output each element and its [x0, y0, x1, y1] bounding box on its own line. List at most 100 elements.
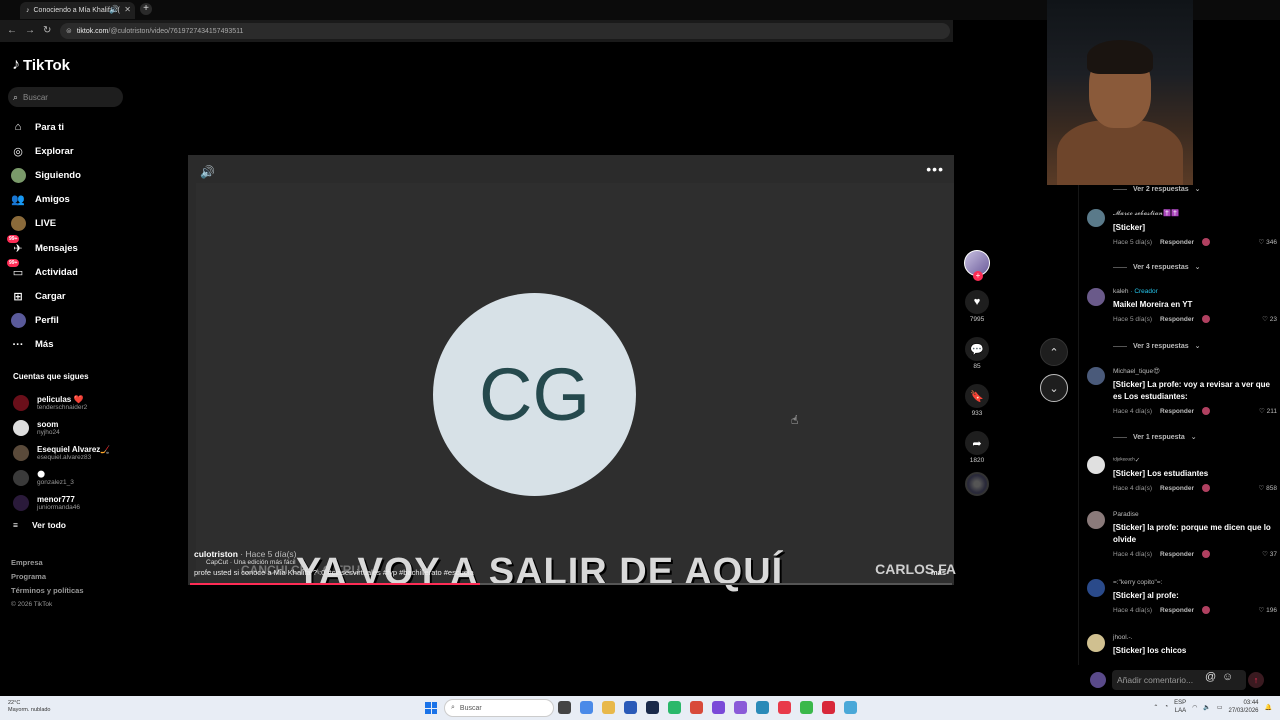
network-icon[interactable]: ◔: [1164, 704, 1168, 710]
sidebar-item-siguiendo[interactable]: Siguiendo: [10, 163, 170, 187]
like-button[interactable]: ♥: [965, 290, 989, 314]
save-button[interactable]: 🔖: [965, 384, 989, 408]
see-replies-button[interactable]: Ver 2 respuestas ⌄: [1113, 185, 1201, 193]
app-icon[interactable]: [778, 701, 791, 714]
following-item[interactable]: menor777 juniormanda46: [13, 490, 163, 515]
reply-button[interactable]: Responder: [1160, 239, 1194, 246]
comment-username[interactable]: Michael_tique😍: [1113, 367, 1277, 375]
comment-username[interactable]: 𝓜𝓪𝓻𝓬𝓸 𝓼𝓮𝓫𝓪𝓼𝓽𝓲𝓪𝓷✝️✝️: [1113, 209, 1277, 218]
speaker-icon[interactable]: 🔊: [109, 5, 119, 14]
next-video-button[interactable]: ⌄: [1040, 374, 1068, 402]
store-icon[interactable]: [624, 701, 637, 714]
sidebar-item-cargar[interactable]: ⊞ Cargar: [10, 284, 170, 308]
following-item[interactable]: Esequiel Alvarez🏒 esequiel.alvarez83: [13, 440, 163, 465]
copilot-icon[interactable]: [580, 701, 593, 714]
comment-like-button[interactable]: ♡ 346: [1259, 238, 1278, 246]
avatar[interactable]: [1087, 288, 1105, 306]
following-item[interactable]: peliculas ❤️ tenderschnaider2: [13, 390, 163, 415]
sidebar-item-amigos[interactable]: 👥 Amigos: [10, 188, 170, 212]
following-item[interactable]: 🌑 gonzalez1_3: [13, 465, 163, 490]
see-replies-button[interactable]: Ver 4 respuestas ⌄: [1113, 263, 1201, 271]
volume-icon[interactable]: 🔊: [200, 165, 215, 179]
comment-username[interactable]: =:"kerry copito"=:: [1113, 579, 1277, 586]
avatar[interactable]: [1087, 511, 1105, 529]
search-input[interactable]: ⌕ Buscar: [8, 87, 123, 107]
reply-button[interactable]: Responder: [1160, 408, 1194, 415]
sidebar-item-actividad[interactable]: ▭ 99+ Actividad: [7, 259, 170, 284]
clock[interactable]: 03:44 27/03/2026: [1228, 699, 1258, 715]
video-player[interactable]: CG CANCHI CH A G TRU CARLOS FA CapCut · …: [188, 155, 956, 593]
task-view-icon[interactable]: [558, 701, 571, 714]
comment-username[interactable]: kaleh: [1113, 288, 1129, 295]
taskbar-search-input[interactable]: ⌕ Buscar: [444, 699, 554, 717]
comment-like-button[interactable]: ♡ 23: [1262, 315, 1277, 323]
sidebar-item-live[interactable]: LIVE: [10, 212, 170, 236]
url-input[interactable]: ⊜ tiktok.com/@culotriston/video/76197274…: [60, 23, 950, 39]
reply-button[interactable]: Responder: [1160, 551, 1194, 558]
forward-icon[interactable]: →: [25, 25, 35, 36]
notifications-icon[interactable]: 🔔: [1265, 704, 1272, 711]
weather-widget[interactable]: 22°C Mayorm. nublado: [8, 700, 51, 714]
video-author[interactable]: culotriston: [194, 549, 238, 559]
video-progress-bar[interactable]: [190, 583, 952, 585]
close-tab-icon[interactable]: ✕: [124, 5, 131, 14]
video-more-icon[interactable]: •••: [926, 161, 944, 177]
chrome-icon[interactable]: [800, 701, 813, 714]
previous-video-button[interactable]: ⌃: [1040, 338, 1068, 366]
windows-start-icon[interactable]: [425, 702, 437, 714]
reply-button[interactable]: Responder: [1160, 316, 1194, 323]
music-disc-icon[interactable]: [965, 472, 989, 496]
text-app-icon[interactable]: [690, 701, 703, 714]
footer-link-empresa[interactable]: Empresa: [11, 556, 84, 570]
app-icon[interactable]: [822, 701, 835, 714]
file-explorer-icon[interactable]: [602, 701, 615, 714]
comment-username[interactable]: Paradise: [1113, 511, 1277, 518]
send-comment-button[interactable]: ↑: [1248, 672, 1264, 688]
avatar[interactable]: [1087, 579, 1105, 597]
avatar[interactable]: [1087, 209, 1105, 227]
sidebar-item-perfil[interactable]: Perfil: [10, 309, 170, 333]
avatar[interactable]: [1087, 456, 1105, 474]
follow-plus-icon[interactable]: +: [973, 271, 983, 281]
comment-button[interactable]: 💬: [965, 337, 989, 361]
sidebar-item-para-ti[interactable]: ⌂ Para ti: [10, 115, 170, 139]
footer-link-terminos[interactable]: Términos y políticas: [11, 584, 84, 598]
share-button[interactable]: ➦: [965, 431, 989, 455]
comment-username[interactable]: jhool.-.: [1113, 634, 1277, 641]
reload-icon[interactable]: ↻: [43, 25, 51, 36]
sidebar-item-mensajes[interactable]: ✈ 99+ Mensajes: [7, 235, 170, 260]
more-description-link[interactable]: más: [931, 568, 946, 577]
steam-icon[interactable]: [646, 701, 659, 714]
emoji-icon[interactable]: ☺: [1222, 671, 1233, 683]
comment-like-button[interactable]: ♡ 858: [1259, 484, 1278, 492]
site-info-icon[interactable]: ⊜: [66, 27, 72, 35]
sidebar-item-mas[interactable]: ··· Más: [10, 333, 170, 357]
chevron-up-icon[interactable]: ⌃: [1153, 704, 1158, 711]
messenger-icon[interactable]: [734, 701, 747, 714]
battery-icon[interactable]: ▭: [1217, 704, 1223, 711]
comment-like-button[interactable]: ♡ 211: [1259, 407, 1277, 415]
tiktok-logo[interactable]: ♪ TikTok: [12, 56, 70, 74]
volume-icon[interactable]: 🔈: [1203, 704, 1210, 711]
see-replies-button[interactable]: Ver 3 respuestas ⌄: [1113, 342, 1201, 350]
following-item[interactable]: soom nyjho24: [13, 415, 163, 440]
avatar[interactable]: [1087, 367, 1105, 385]
reply-button[interactable]: Responder: [1160, 485, 1194, 492]
comment-username[interactable]: ᵗᵈʲᵒᵏᵉᵒᵘᶜʰ✓: [1113, 456, 1277, 464]
reply-button[interactable]: Responder: [1160, 607, 1194, 614]
sidebar-item-explorar[interactable]: ◎ Explorar: [10, 139, 170, 163]
browser-tab[interactable]: ♪ Conociendo a Mía Khalifa :( 🔊 ✕: [20, 2, 135, 19]
new-tab-button[interactable]: +: [140, 3, 152, 15]
app-icon[interactable]: [844, 701, 857, 714]
mention-icon[interactable]: @: [1205, 671, 1216, 683]
footer-link-programa[interactable]: Programa: [11, 570, 84, 584]
whatsapp-icon[interactable]: [668, 701, 681, 714]
wifi-icon[interactable]: ◠: [1192, 704, 1197, 711]
app-icon[interactable]: [756, 701, 769, 714]
see-all-button[interactable]: ≡ Ver todo: [13, 520, 66, 530]
comment-like-button[interactable]: ♡ 196: [1259, 606, 1278, 614]
language-code[interactable]: ESP: [1174, 699, 1186, 707]
browser-icon[interactable]: [712, 701, 725, 714]
see-replies-button[interactable]: Ver 1 respuesta ⌄: [1113, 433, 1197, 441]
comment-like-button[interactable]: ♡ 37: [1262, 550, 1277, 558]
